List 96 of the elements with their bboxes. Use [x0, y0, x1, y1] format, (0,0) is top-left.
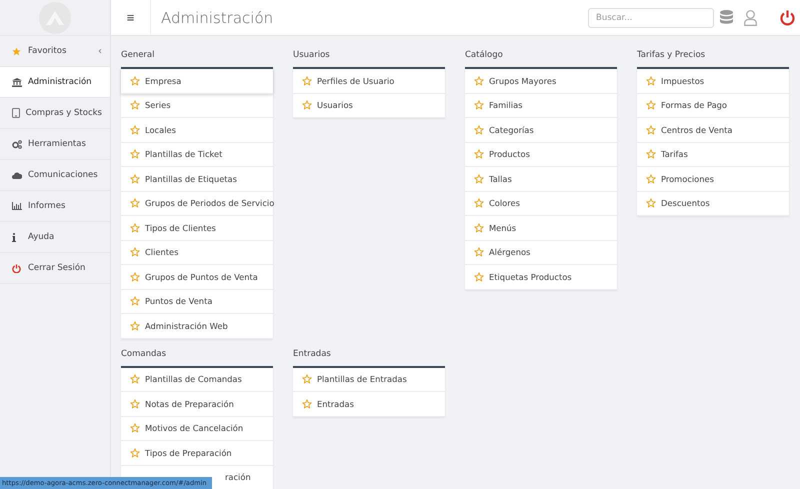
- star-icon[interactable]: [302, 76, 312, 86]
- star-icon[interactable]: [302, 398, 312, 409]
- menu-item[interactable]: Centros de Venta: [637, 118, 789, 142]
- star-icon[interactable]: [130, 247, 140, 258]
- menu-item[interactable]: Impuestos: [637, 69, 789, 94]
- star-icon[interactable]: [474, 149, 484, 160]
- menu-item[interactable]: Locales: [121, 118, 273, 142]
- star-icon[interactable]: [302, 374, 312, 384]
- star-icon[interactable]: [130, 149, 140, 160]
- star-icon[interactable]: [474, 222, 484, 233]
- star-icon[interactable]: [474, 247, 484, 258]
- star-icon[interactable]: [130, 76, 140, 86]
- star-icon[interactable]: [646, 100, 656, 110]
- menu-item[interactable]: Menús: [465, 216, 617, 240]
- bank-icon: [12, 78, 22, 86]
- star-icon[interactable]: [130, 374, 140, 384]
- gears-icon: [12, 140, 22, 148]
- star-icon[interactable]: [646, 174, 656, 184]
- star-icon[interactable]: [646, 198, 656, 208]
- cloud-icon: [12, 172, 22, 178]
- power-icon: [12, 264, 21, 272]
- info-icon: [12, 232, 16, 242]
- star-icon[interactable]: [646, 124, 656, 135]
- star-icon[interactable]: [474, 272, 484, 282]
- section-heading: Tarifas y Precios: [637, 49, 706, 62]
- menu-item[interactable]: Promociones: [637, 167, 789, 192]
- menu-item[interactable]: Tipos de Clientes: [121, 216, 273, 240]
- menu-item[interactable]: Alérgenos: [465, 240, 617, 265]
- page-title: Administración: [161, 8, 274, 26]
- section-heading: Entradas: [293, 348, 332, 360]
- star-icon: [12, 46, 21, 56]
- sidebar-item[interactable]: Ayuda: [0, 222, 110, 253]
- star-icon[interactable]: [474, 76, 484, 86]
- user-icon[interactable]: [744, 10, 757, 26]
- menu-item[interactable]: Puntos de Venta: [121, 290, 273, 314]
- menu-item[interactable]: Familias: [465, 94, 617, 118]
- star-icon[interactable]: [130, 100, 140, 110]
- star-icon[interactable]: [474, 198, 484, 208]
- menu-item[interactable]: Grupos Mayores: [465, 69, 617, 94]
- menu-item[interactable]: Formas de Pago: [637, 94, 789, 118]
- sidebar-item[interactable]: Cerrar Sesión: [0, 253, 110, 284]
- menu-item[interactable]: Tarifas: [637, 142, 789, 167]
- menu-item[interactable]: Categorías: [465, 118, 617, 142]
- star-icon[interactable]: [130, 124, 140, 135]
- menu-item[interactable]: Empresa: [121, 69, 273, 94]
- menu-item[interactable]: Descuentos: [637, 192, 789, 216]
- star-icon[interactable]: [130, 398, 140, 409]
- star-icon[interactable]: [302, 100, 312, 110]
- sidebar-item[interactable]: Informes: [0, 191, 110, 222]
- menu-item[interactable]: Series: [121, 94, 273, 118]
- menu-item[interactable]: Plantillas de Comandas: [121, 368, 273, 392]
- section-heading: Catálogo: [465, 49, 504, 62]
- collapse-chevron[interactable]: ‹: [98, 46, 102, 56]
- star-icon[interactable]: [130, 272, 140, 282]
- menu-item[interactable]: Plantillas de Etiquetas: [121, 167, 273, 192]
- menu-item[interactable]: Usuarios: [293, 94, 445, 118]
- section-heading: General: [121, 49, 156, 62]
- menu-item[interactable]: Perfiles de Usuario: [293, 69, 445, 94]
- menu-item[interactable]: ración: [225, 472, 251, 482]
- section-heading: Comandas: [121, 348, 168, 360]
- menu-item[interactable]: Administración Web: [121, 314, 273, 338]
- section-heading: Usuarios: [293, 49, 331, 62]
- menu-item[interactable]: Plantillas de Entradas: [293, 368, 445, 392]
- sidebar-item[interactable]: Administración: [0, 67, 110, 98]
- star-icon[interactable]: [130, 296, 140, 306]
- menu-item[interactable]: Productos: [465, 142, 617, 167]
- star-icon[interactable]: [646, 149, 656, 160]
- star-icon[interactable]: [130, 174, 140, 184]
- menu-item[interactable]: Notas de Preparación: [121, 392, 273, 416]
- star-icon[interactable]: [130, 222, 140, 233]
- star-icon[interactable]: [474, 124, 484, 135]
- sidebar-item[interactable]: Herramientas: [0, 129, 110, 160]
- menu-item[interactable]: Etiquetas Productos: [465, 265, 617, 290]
- power-icon[interactable]: [780, 10, 795, 26]
- menu-item[interactable]: Motivos de Cancelación: [121, 416, 273, 441]
- star-icon[interactable]: [130, 198, 140, 208]
- sidebar-item[interactable]: Comunicaciones: [0, 160, 110, 191]
- star-icon[interactable]: [474, 100, 484, 110]
- star-icon[interactable]: [474, 174, 484, 184]
- star-icon[interactable]: [130, 423, 140, 434]
- tablet-icon: [12, 108, 20, 118]
- menu-item[interactable]: Colores: [465, 192, 617, 216]
- star-icon[interactable]: [130, 448, 140, 458]
- menu-item[interactable]: Tallas: [465, 167, 617, 192]
- star-icon[interactable]: [646, 76, 656, 86]
- sidebar-item[interactable]: Compras y Stocks: [0, 98, 110, 129]
- menu-item[interactable]: Grupos de Periodos de Servicio: [121, 192, 273, 216]
- star-icon[interactable]: [130, 320, 140, 331]
- menu-item[interactable]: Plantillas de Ticket: [121, 142, 273, 167]
- menu-item[interactable]: Grupos de Puntos de Venta: [121, 265, 273, 290]
- bar-chart-icon: [12, 202, 22, 210]
- database-icon[interactable]: [720, 10, 733, 26]
- menu-item[interactable]: Entradas: [293, 392, 445, 416]
- search-field[interactable]: Buscar...: [588, 8, 714, 28]
- menu-item[interactable]: Clientes: [121, 240, 273, 265]
- menu-item[interactable]: Tipos de Preparación: [121, 441, 273, 466]
